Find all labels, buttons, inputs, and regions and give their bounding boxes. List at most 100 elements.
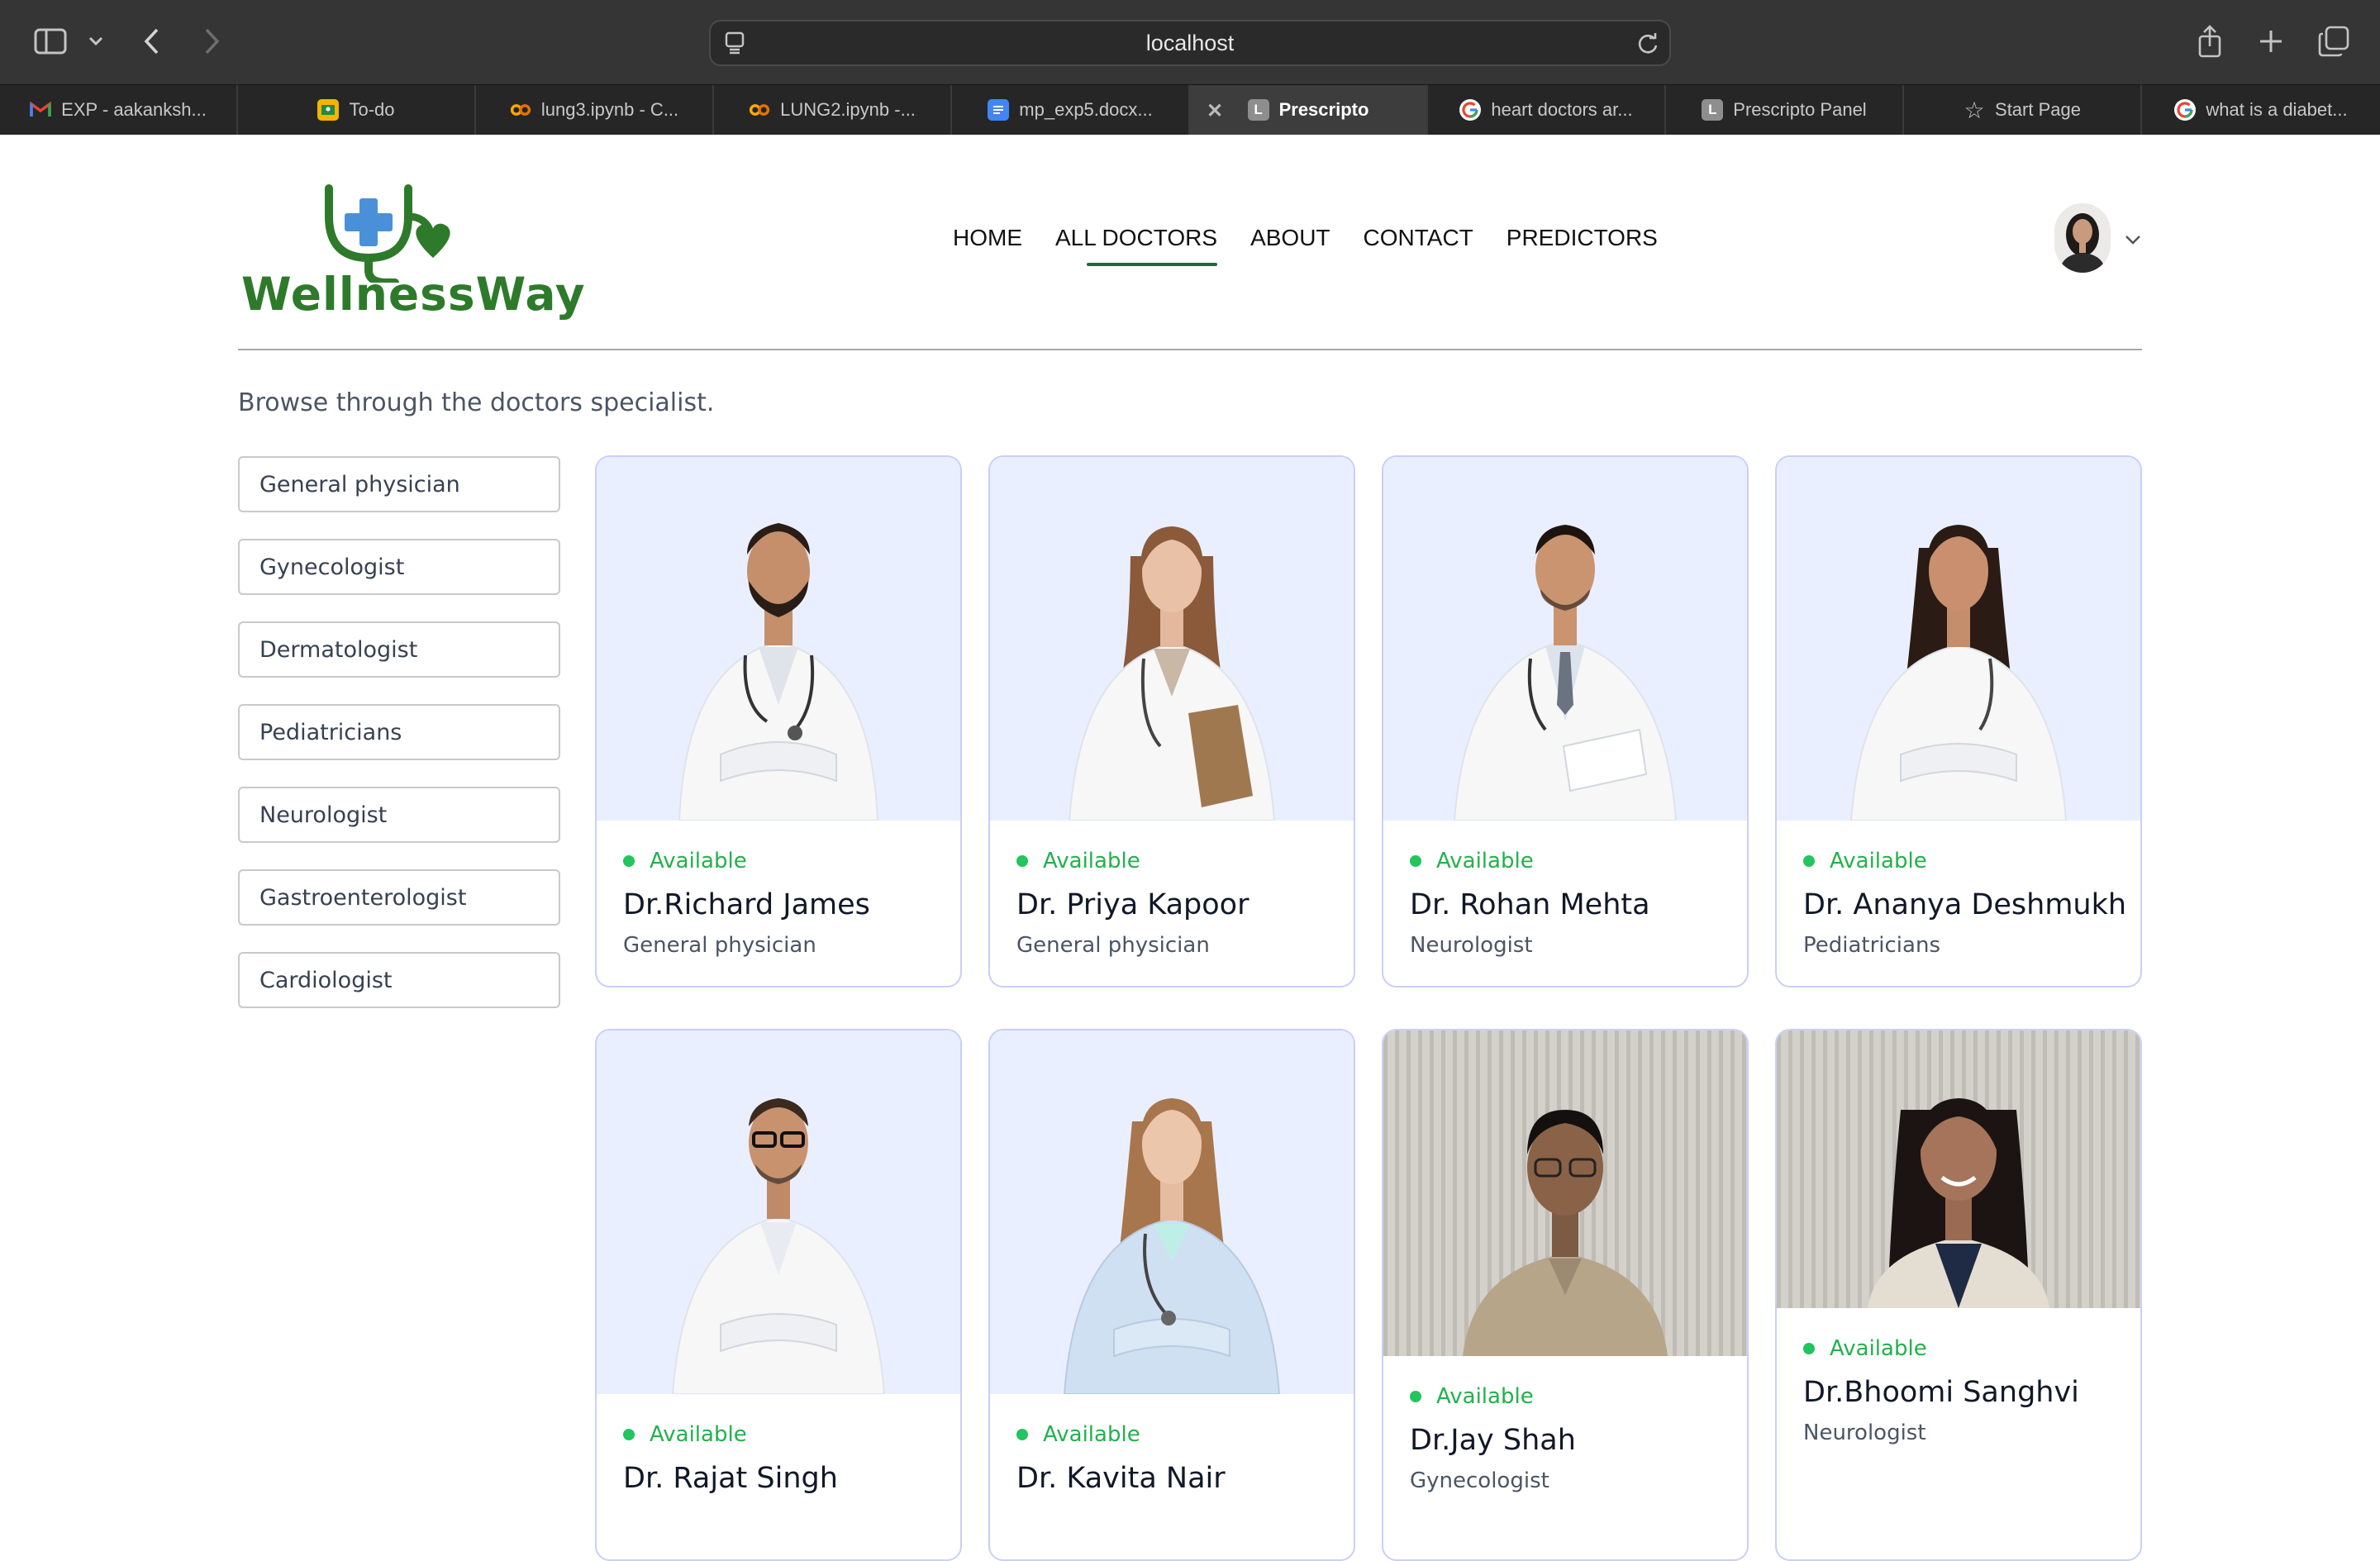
doctor-card[interactable]: Available Dr.Jay Shah Gynecologist (1382, 1029, 1749, 1561)
browser-tab[interactable]: heart doctors ar... (1428, 85, 1666, 135)
availability-status: Available (1436, 1384, 1534, 1409)
doctor-name: Dr.Richard James (623, 888, 870, 921)
filter-neurologist[interactable]: Neurologist (238, 787, 560, 843)
doctors-grid: Available Dr.Richard James General physi… (593, 455, 2142, 1561)
classroom-icon (317, 99, 340, 121)
tab-label: LUNG2.ipynb -... (780, 99, 916, 120)
doctor-card[interactable]: Available Dr.Bhoomi Sanghvi Neurologist (1775, 1029, 2142, 1561)
available-dot (1410, 855, 1421, 867)
chevron-down-icon[interactable] (86, 31, 106, 51)
nav-predictors[interactable]: PREDICTORS (1507, 225, 1658, 259)
logo-text: WellnessWay (241, 268, 586, 321)
tab-label: Prescripto Panel (1733, 99, 1867, 120)
tab-label: mp_exp5.docx... (1019, 99, 1153, 120)
available-dot (623, 855, 635, 867)
doctor-photo (990, 457, 1354, 821)
availability-status: Available (1043, 1422, 1140, 1447)
filter-cardiologist[interactable]: Cardiologist (238, 952, 560, 1008)
available-dot (1803, 1343, 1815, 1354)
back-icon[interactable] (139, 26, 165, 56)
nav-about[interactable]: ABOUT (1250, 225, 1330, 259)
browser-tab[interactable]: To-do (238, 85, 476, 135)
doctor-card[interactable]: Available Dr.Richard James General physi… (595, 455, 962, 988)
doctor-card[interactable]: Available Dr. Kavita Nair (988, 1029, 1355, 1561)
sidebar-toggle-icon[interactable] (33, 26, 68, 56)
doctor-name: Dr. Ananya Deshmukh (1803, 888, 2127, 921)
share-icon[interactable] (2195, 23, 2225, 59)
doctor-name: Dr. Rajat Singh (623, 1462, 838, 1495)
doctor-speciality: Pediatricians (1803, 933, 1940, 958)
tab-label: Start Page (1995, 99, 2081, 120)
forward-icon[interactable] (198, 26, 225, 56)
doctor-speciality: Neurologist (1803, 1421, 1926, 1445)
available-dot (1410, 1391, 1421, 1402)
doctor-photo (597, 1030, 960, 1395)
availability-status: Available (1043, 849, 1140, 873)
browser-tab[interactable]: lung3.ipynb - C... (476, 85, 714, 135)
available-dot (1803, 855, 1815, 867)
doctor-card[interactable]: Available Dr. Rajat Singh (595, 1029, 962, 1561)
available-dot (1016, 855, 1028, 867)
browser-tab[interactable]: what is a diabet... (2142, 85, 2380, 135)
doctor-photo (1383, 1030, 1747, 1356)
browser-toolbar: localhost (0, 0, 2380, 84)
filter-gynecologist[interactable]: Gynecologist (238, 539, 560, 595)
tab-label: what is a diabet... (2206, 99, 2348, 120)
gmail-icon (30, 99, 51, 121)
tab-label: EXP - aakanksh... (61, 99, 207, 120)
reload-icon[interactable] (1635, 31, 1661, 57)
stethoscope-heart-icon (325, 184, 450, 287)
nav-contact[interactable]: CONTACT (1364, 225, 1473, 259)
filter-pediatricians[interactable]: Pediatricians (238, 704, 560, 760)
browser-tab[interactable]: L Prescripto Panel (1666, 85, 1904, 135)
tab-label: heart doctors ar... (1491, 99, 1633, 120)
address-bar[interactable]: localhost (709, 20, 1671, 66)
browser-tab[interactable]: LUNG2.ipynb -... (714, 85, 952, 135)
browser-tab[interactable]: ☆ Start Page (1904, 85, 2142, 135)
tab-overview-icon[interactable] (2317, 25, 2350, 58)
intro-text: Browse through the doctors specialist. (238, 388, 715, 417)
browser-tab-active[interactable]: ✕ L Prescripto (1190, 85, 1428, 135)
doctor-photo (597, 457, 960, 821)
filter-general-physician[interactable]: General physician (238, 456, 560, 512)
doctor-photo (1777, 1030, 2140, 1308)
doctor-card[interactable]: Available Dr. Rohan Mehta Neurologist (1382, 455, 1749, 988)
site-header: WellnessWay HOME ALL DOCTORS ABOUT CONTA… (238, 134, 2142, 350)
star-icon: ☆ (1963, 97, 1985, 123)
nav-home[interactable]: HOME (953, 225, 1022, 259)
filter-gastroenterologist[interactable]: Gastroenterologist (238, 869, 560, 926)
doctor-speciality: Neurologist (1410, 933, 1533, 958)
available-dot (623, 1429, 635, 1440)
close-tab-icon[interactable]: ✕ (1207, 99, 1223, 123)
filter-dermatologist[interactable]: Dermatologist (238, 621, 560, 678)
doctor-speciality: General physician (1016, 933, 1210, 958)
tab-label: Prescripto (1278, 99, 1369, 120)
availability-status: Available (1436, 849, 1534, 873)
available-dot (1016, 1429, 1028, 1440)
browser-tab[interactable]: EXP - aakanksh... (0, 85, 238, 135)
tab-label: lung3.ipynb - C... (540, 99, 679, 120)
google-icon (2174, 99, 2197, 121)
speciality-filters: General physician Gynecologist Dermatolo… (238, 456, 562, 1035)
availability-status: Available (650, 1422, 747, 1447)
doctor-name: Dr. Priya Kapoor (1016, 888, 1250, 921)
availability-status: Available (650, 849, 747, 873)
availability-status: Available (1830, 1336, 1927, 1361)
colab-icon (510, 99, 531, 121)
doctor-card[interactable]: Available Dr. Ananya Deshmukh Pediatrici… (1775, 455, 2142, 988)
doctor-card[interactable]: Available Dr. Priya Kapoor General physi… (988, 455, 1355, 988)
tab-bar: EXP - aakanksh... To-do lung3.ipynb - C.… (0, 84, 2380, 135)
user-avatar[interactable] (2054, 203, 2111, 273)
nav-all-doctors[interactable]: ALL DOCTORS (1055, 225, 1218, 266)
browser-tab[interactable]: mp_exp5.docx... (952, 85, 1190, 135)
doctor-name: Dr. Kavita Nair (1016, 1462, 1226, 1495)
doctor-speciality: General physician (623, 933, 816, 958)
doctor-photo (1777, 457, 2140, 821)
new-tab-icon[interactable] (2256, 26, 2286, 56)
address-text: localhost (1145, 31, 1235, 55)
doctor-name: Dr.Bhoomi Sanghvi (1803, 1376, 2079, 1409)
doctor-name: Dr. Rohan Mehta (1410, 888, 1650, 921)
doctor-photo (990, 1030, 1354, 1395)
availability-status: Available (1830, 849, 1927, 873)
chevron-down-icon[interactable] (2124, 226, 2142, 251)
